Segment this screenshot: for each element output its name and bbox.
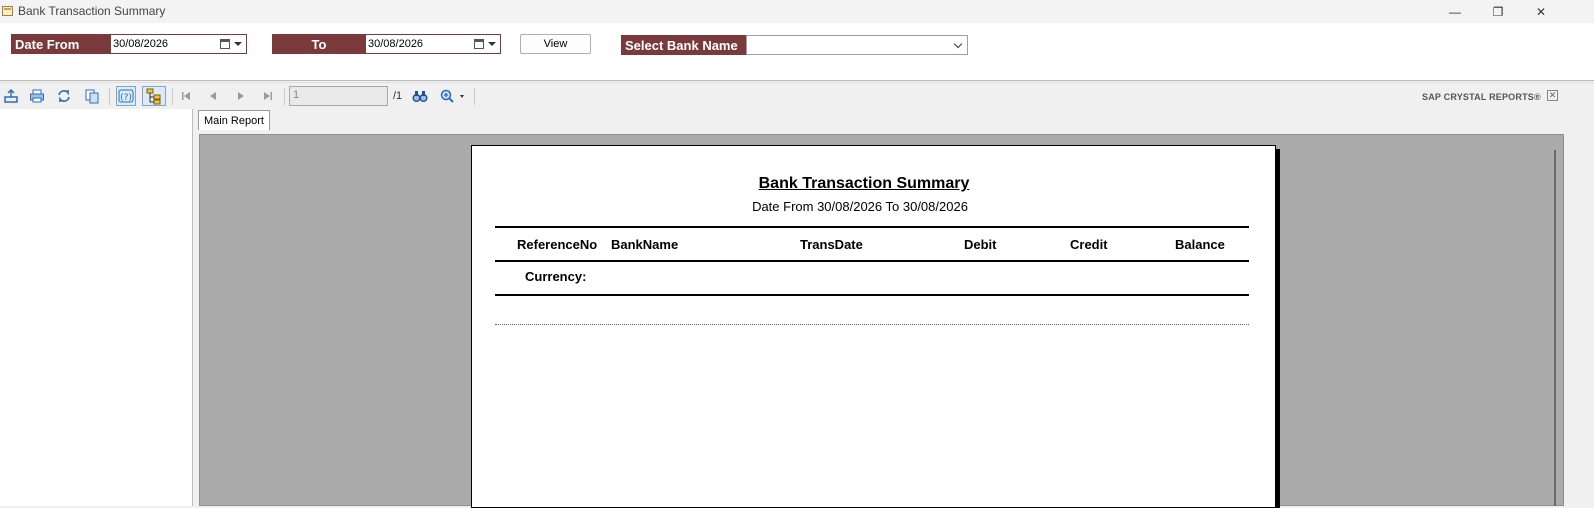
toolbar-divider [474,88,475,105]
calendar-icon[interactable] [474,39,484,49]
column-header-referenceno: ReferenceNo [517,237,598,252]
vertical-scrollbar[interactable] [1554,150,1556,506]
report-toolbar: (?) 1 /1 SAP CRYSTAL REPORTS® ✕ [0,82,1594,109]
copy-icon[interactable] [82,86,102,106]
last-page-icon[interactable] [258,86,278,106]
bank-name-label: Select Bank Name [621,35,747,55]
to-label: To [272,34,366,54]
first-page-icon[interactable] [176,86,196,106]
refresh-icon[interactable] [54,86,74,106]
dotted-divider [495,324,1249,325]
close-icon[interactable]: ✕ [1547,90,1558,101]
column-header-bankname: BankName [611,237,679,252]
group-rule [495,294,1249,296]
report-title: Bank Transaction Summary [758,175,970,192]
column-header-balance: Balance [1175,237,1225,252]
close-button[interactable]: ✕ [1520,0,1562,23]
dropdown-arrow-icon[interactable] [488,42,496,46]
date-to-value: 30/08/2026 [368,38,424,50]
view-button[interactable]: View [520,34,591,54]
calendar-icon[interactable] [220,39,230,49]
column-header-debit: Debit [964,237,997,252]
group-tree-icon[interactable] [142,86,166,106]
find-icon[interactable] [410,86,430,106]
zoom-icon[interactable] [438,86,468,106]
header-rule-bottom [495,260,1249,262]
vertical-scrollbar-track[interactable] [1565,134,1594,506]
next-page-icon[interactable] [231,86,251,106]
column-header-credit: Credit [1070,237,1108,252]
title-bar: Bank Transaction Summary — ❐ ✕ [0,0,1594,23]
crystal-reports-brand: SAP CRYSTAL REPORTS® [1422,92,1541,102]
header-rule-top [495,226,1249,228]
app-icon [2,6,13,16]
minimize-button[interactable]: — [1434,0,1476,23]
help-icon[interactable]: (?) [116,86,136,106]
chevron-down-icon[interactable] [953,39,963,49]
restore-icon: ❐ [1492,4,1504,19]
report-date-range: Date From 30/08/2026 To 30/08/2026 [752,199,968,214]
print-icon[interactable] [27,86,47,106]
report-page: Bank Transaction Summary Date From 30/08… [471,145,1276,508]
toolbar-divider [109,88,110,105]
toolbar-divider [172,88,173,105]
svg-text:(?): (?) [120,93,132,103]
dropdown-arrow-icon[interactable] [234,42,242,46]
date-to-picker[interactable]: 30/08/2026 [365,34,501,54]
restore-button[interactable]: ❐ [1477,0,1519,23]
filter-bar: Date From 30/08/2026 To 30/08/2026 View … [0,23,1594,81]
date-from-label: Date From [11,34,111,54]
page-number-input[interactable]: 1 [289,86,388,106]
previous-page-icon[interactable] [203,86,223,106]
report-tab-strip [193,109,1594,133]
date-from-picker[interactable]: 30/08/2026 [110,34,247,54]
minimize-icon: — [1449,4,1461,19]
page-count: /1 [393,90,403,102]
close-icon: ✕ [1535,4,1547,19]
date-from-value: 30/08/2026 [113,38,169,50]
tab-main-report[interactable]: Main Report [198,110,270,130]
column-header-transdate: TransDate [800,237,863,252]
bank-name-select[interactable] [746,35,968,55]
window-title: Bank Transaction Summary [18,4,166,18]
export-icon[interactable] [1,86,21,106]
group-tree-panel [0,109,193,506]
currency-label: Currency: [525,269,587,284]
toolbar-divider [284,88,285,105]
